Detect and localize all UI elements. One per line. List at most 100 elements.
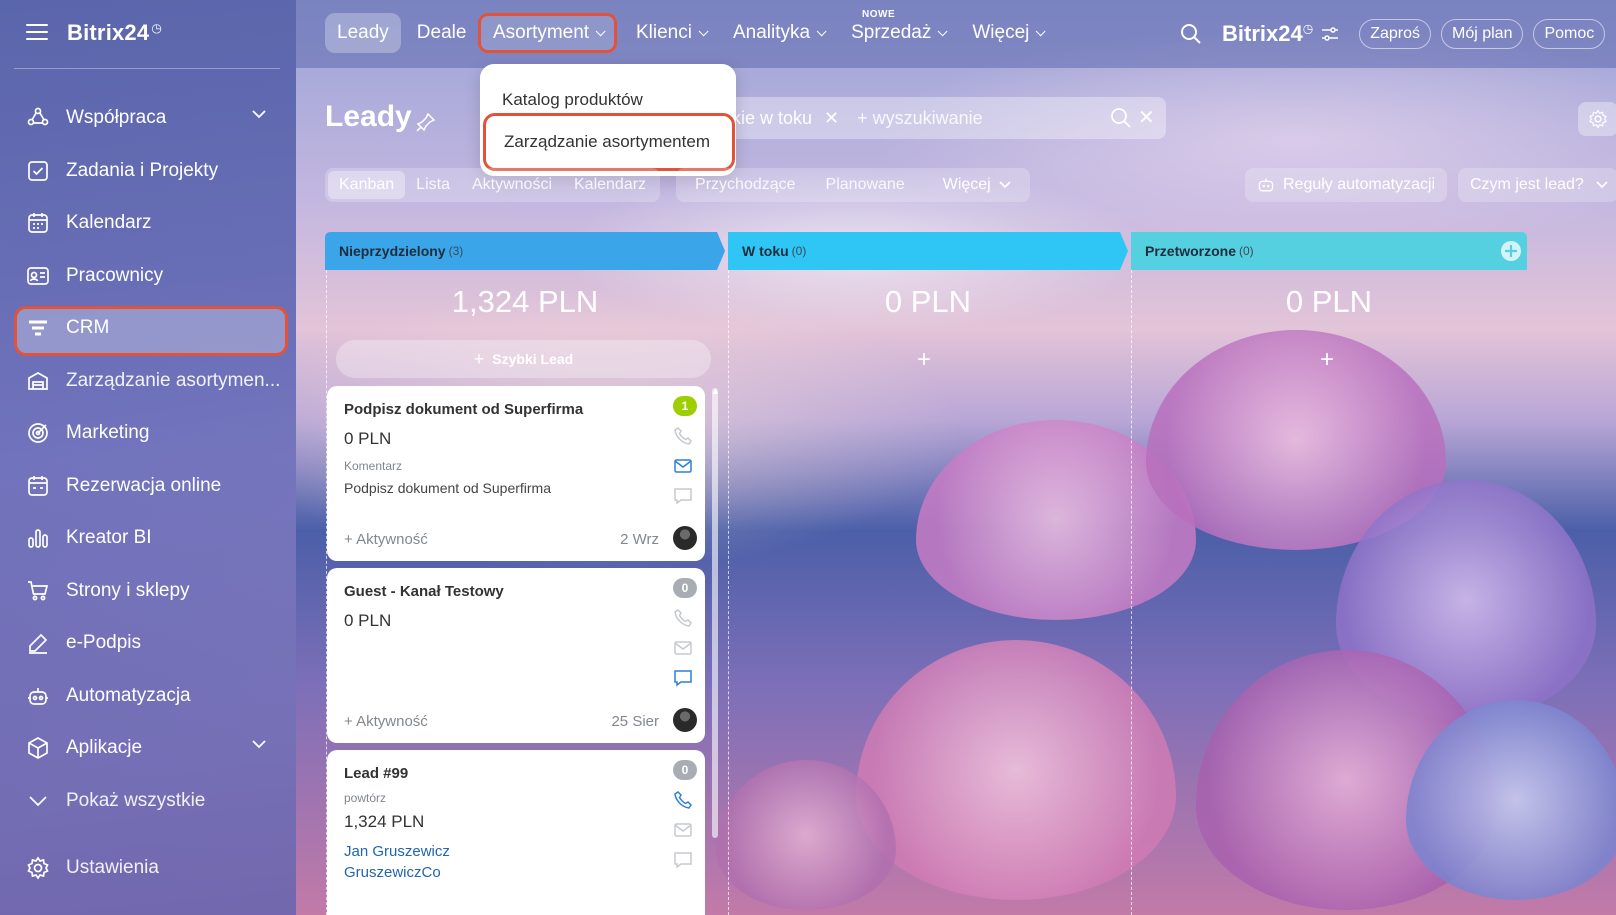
company-link[interactable]: GruszewiczCo <box>344 864 441 881</box>
filter-chip[interactable]: kie w toku ✕ <box>732 108 839 129</box>
tab-analityka[interactable]: Analityka <box>721 13 835 53</box>
lead-card[interactable]: Guest - Kanał Testowy 0 PLN + Aktywność … <box>327 568 705 743</box>
card-title[interactable]: Lead #99 <box>344 765 408 782</box>
tab-deale[interactable]: Deale <box>405 13 479 53</box>
page-settings-button[interactable] <box>1578 102 1616 136</box>
marketing-icon <box>26 421 50 445</box>
tab-klienci[interactable]: Klienci <box>624 13 717 53</box>
sidebar-item-label: Pokaż wszystkie <box>66 789 206 811</box>
chevron-down-icon[interactable] <box>1596 181 1608 189</box>
add-activity-link[interactable]: + Aktywność <box>344 531 428 548</box>
activity-counter-badge: 0 <box>673 578 697 598</box>
card-title[interactable]: Podpisz dokument od Superfirma <box>344 401 583 418</box>
quick-lead-button[interactable]: + Szybki Lead <box>336 340 711 378</box>
column-sum: 0 PLN <box>1285 284 1373 319</box>
avatar[interactable] <box>673 708 697 732</box>
tab-label: Asortyment <box>493 22 590 43</box>
add-lead-icon[interactable]: + <box>917 346 931 374</box>
clear-icon[interactable]: ✕ <box>1138 105 1155 130</box>
sidebar-item-kreator-bi[interactable]: Kreator BI <box>0 512 296 565</box>
tab-leady[interactable]: Leady <box>325 13 401 53</box>
menu-item-catalog[interactable]: Katalog produktów <box>502 90 643 110</box>
sidebar-item-asortyment[interactable]: Zarządzanie asortymen... <box>0 355 296 408</box>
what-is-lead-button[interactable]: Czym jest lead? <box>1458 168 1616 202</box>
search-input[interactable]: + wyszukiwanie <box>857 108 983 129</box>
sidebar-item-zadania[interactable]: Zadania i Projekty <box>0 145 296 198</box>
my-plan-button[interactable]: Mój plan <box>1441 19 1524 49</box>
close-icon[interactable]: ✕ <box>824 108 839 129</box>
chat-icon[interactable] <box>673 850 693 870</box>
add-lead-icon[interactable]: + <box>1320 346 1334 374</box>
chevron-down-icon[interactable] <box>252 110 266 119</box>
card-amount: 1,324 PLN <box>344 812 425 831</box>
add-column-icon[interactable] <box>1500 240 1522 262</box>
menu-icon[interactable] <box>26 24 48 40</box>
sidebar-item-marketing[interactable]: Marketing <box>0 407 296 460</box>
help-button[interactable]: Pomoc <box>1533 19 1606 49</box>
chevron-down-icon <box>938 25 948 36</box>
column-header-w-toku[interactable]: W toku (0) <box>728 232 806 270</box>
email-icon[interactable] <box>673 820 693 840</box>
view-tab-kalendarz[interactable]: Kalendarz <box>563 171 657 199</box>
email-icon[interactable] <box>673 638 693 658</box>
column-scrollbar[interactable] <box>712 388 718 838</box>
view-tab-lista[interactable]: Lista <box>405 171 461 199</box>
sidebar-item-epodpis[interactable]: e-Podpis <box>0 617 296 670</box>
sidebar-item-wspolpraca[interactable]: Współpraca <box>0 92 296 145</box>
pin-icon[interactable] <box>416 112 436 132</box>
sidebar-item-crm[interactable]: CRM <box>0 302 296 356</box>
tab-przychodzace[interactable]: Przychodzące <box>684 171 807 199</box>
add-activity-link[interactable]: + Aktywność <box>344 713 428 730</box>
view-tabs: Kanban Lista Aktywności Kalendarz <box>325 168 661 202</box>
activity-counter-badge: 1 <box>673 396 697 416</box>
phone-icon[interactable] <box>673 426 693 446</box>
sidebar-item-aplikacje[interactable]: Aplikacje <box>0 722 296 775</box>
avatar[interactable] <box>673 526 697 550</box>
column-header-przetworzone[interactable]: Przetworzone (0) <box>1131 232 1254 270</box>
invite-button[interactable]: Zaproś <box>1359 19 1431 49</box>
chat-icon[interactable] <box>673 668 693 688</box>
apps-icon <box>26 736 50 760</box>
scroll-up-icon[interactable]: ▲ <box>711 386 720 396</box>
tab-planowane[interactable]: Planowane <box>815 171 916 199</box>
sidebar-item-ustawienia[interactable]: Ustawienia <box>26 856 159 880</box>
tab-asortyment[interactable]: Asortyment <box>478 13 618 53</box>
tab-sprzedaz[interactable]: Sprzedaż <box>839 13 956 53</box>
sidebar-item-automatyzacja[interactable]: Automatyzacja <box>0 670 296 723</box>
chat-icon[interactable] <box>673 486 693 506</box>
search-icon[interactable] <box>1180 23 1202 45</box>
filter-search-bar[interactable]: kie w toku ✕ + wyszukiwanie ✕ <box>722 97 1166 139</box>
gear-icon <box>27 856 49 880</box>
lead-card[interactable]: Lead #99 powtórz 1,324 PLN Jan Gruszewic… <box>327 750 705 915</box>
card-date: 25 Sier <box>611 713 659 730</box>
phone-icon[interactable] <box>673 608 693 628</box>
contact-link[interactable]: Jan Gruszewicz <box>344 843 450 860</box>
robot-icon <box>26 684 50 708</box>
booking-icon <box>26 474 50 498</box>
sidebar-item-label: Aplikacje <box>66 737 143 759</box>
sidebar-item-kalendarz[interactable]: Kalendarz <box>0 197 296 250</box>
brand-logo[interactable]: Bitrix24 ◷ <box>67 20 162 46</box>
sidebar-item-pokaz-wszystkie[interactable]: Pokaż wszystkie <box>0 775 296 828</box>
view-tab-kanban[interactable]: Kanban <box>328 171 406 199</box>
sidebar-item-label: Pracownicy <box>66 264 164 286</box>
sliders-icon[interactable] <box>1321 26 1339 42</box>
sidebar-item-strony[interactable]: Strony i sklepy <box>0 565 296 618</box>
tab-wiecej[interactable]: Więcej <box>960 13 1054 53</box>
tab-wiecej-views[interactable]: Więcej <box>932 171 1022 199</box>
brand-name[interactable]: Bitrix24◷ <box>1222 21 1313 47</box>
card-title[interactable]: Guest - Kanał Testowy <box>344 583 504 600</box>
phone-icon[interactable] <box>673 790 693 810</box>
chevron-down-icon[interactable] <box>252 740 266 749</box>
automation-rules-button[interactable]: Reguły automatyzacji <box>1245 168 1448 202</box>
sidebar-item-rezerwacja[interactable]: Rezerwacja online <box>0 460 296 513</box>
lead-card[interactable]: Podpisz dokument od Superfirma 0 PLN Kom… <box>327 386 705 561</box>
menu-item-inventory-management[interactable]: Zarządzanie asortymentem <box>483 113 735 171</box>
top-nav-asortyment: Asortyment <box>478 12 618 54</box>
email-icon[interactable] <box>673 456 693 476</box>
sidebar-item-pracownicy[interactable]: Pracownicy <box>0 250 296 303</box>
column-header-nieprzydzielony[interactable]: Nieprzydzielony (3) <box>325 232 463 270</box>
column-count: (0) <box>1239 244 1254 258</box>
search-icon[interactable] <box>1110 107 1132 129</box>
view-tab-aktywnosci[interactable]: Aktywności <box>461 171 563 199</box>
